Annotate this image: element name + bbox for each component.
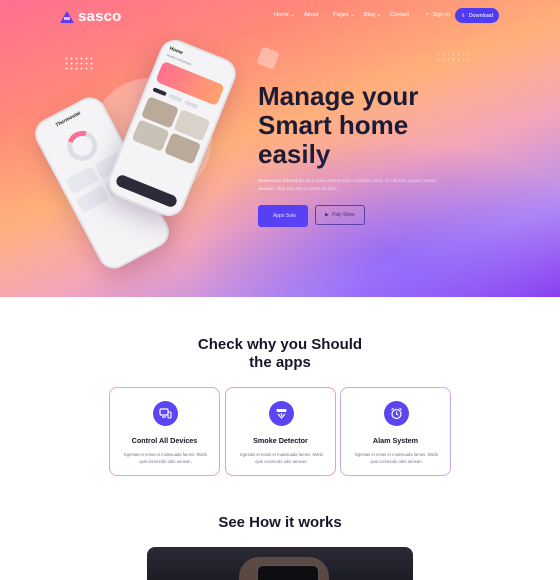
how-it-works-video[interactable] [147, 547, 413, 580]
feature-card: Smoke Detector Egestas et netus et males… [225, 387, 336, 476]
alarm-clock-icon [384, 401, 409, 426]
hero-title: Manage your Smart home easily [258, 82, 478, 169]
menu-item-label: Home [274, 12, 289, 18]
menu-item-label: Blog [364, 12, 376, 18]
dot-pattern [436, 52, 470, 62]
phone-image [257, 565, 319, 580]
feature-card-text: Egestas et netus et malesuada fames. Mor… [240, 452, 323, 464]
menu-item-contact[interactable]: Contact [390, 12, 409, 18]
play-icon: ▶ [325, 212, 329, 218]
menu-item-label: Contact [390, 12, 409, 18]
devices-icon [153, 401, 178, 426]
cube-decoration [256, 46, 280, 70]
features-title-line: Check why you Should [197, 336, 363, 353]
hero-section: sasco Home ⌄ About Pages ⌄ Blog ⌄ Contac… [0, 0, 560, 297]
smoke-detector-icon [269, 401, 294, 426]
sign-in-link[interactable]: ⚬ Sign In [425, 12, 450, 18]
dot-pattern [64, 56, 94, 72]
menu-item-home[interactable]: Home ⌄ [274, 12, 295, 18]
chevron-down-icon: ⌄ [290, 12, 295, 18]
hero-title-line: easily [258, 139, 331, 169]
app-store-button[interactable]: Apps Sote [258, 205, 308, 227]
menu-item-blog[interactable]: Blog ⌄ [364, 12, 381, 18]
play-store-label: Paly Store [331, 212, 355, 218]
chevron-down-icon: ⌄ [376, 12, 382, 18]
menu-item-about[interactable]: About [304, 12, 318, 18]
download-button[interactable]: ⇩ Download [455, 8, 499, 23]
features-title: Check why you Should the apps [0, 336, 560, 372]
feature-card-title: Alam System [372, 436, 419, 445]
download-label: Download [468, 12, 494, 19]
chevron-down-icon: ⌄ [350, 12, 355, 18]
features-title-line: the apps [249, 354, 311, 371]
feature-card: Control All Devices Egestas et netus et … [109, 387, 220, 476]
feature-card-title: Smoke Detector [253, 436, 308, 445]
feature-card: Alam System Egestas et netus et malesuad… [340, 387, 451, 476]
feature-card-text: Egestas et netus et malesuada fames. Mor… [124, 452, 207, 464]
menu-item-label: About [304, 12, 319, 18]
hero-description: Malesuada bibendum arcu vitae elementum … [258, 179, 437, 192]
logo-icon [60, 10, 74, 23]
feature-card-title: Control All Devices [131, 436, 198, 445]
menu-item-label: Pages [333, 12, 349, 18]
hero-title-line: Smart home [258, 110, 409, 140]
menu-item-pages[interactable]: Pages ⌄ [333, 12, 355, 18]
user-icon: ⚬ [425, 12, 430, 18]
navbar: sasco Home ⌄ About Pages ⌄ Blog ⌄ Contac… [0, 0, 560, 32]
app-store-label: Apps Sote [272, 213, 297, 219]
play-store-button[interactable]: ▶ Paly Store [315, 205, 365, 225]
download-icon: ⇩ [460, 12, 466, 19]
logo[interactable]: sasco [60, 8, 122, 25]
hero-title-line: Manage your [258, 81, 419, 111]
logo-text: sasco [78, 8, 122, 25]
feature-card-text: Egestas et netus et malesuada fames. Mor… [355, 452, 438, 464]
sign-in-label: Sign In [432, 12, 450, 18]
how-it-works-title: See How it works [218, 514, 342, 531]
